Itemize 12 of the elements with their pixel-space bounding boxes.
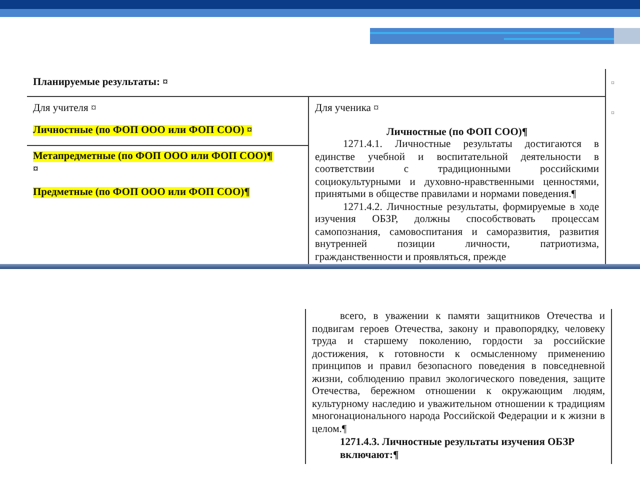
result-category: Личностные (по ФОП ООО или ФОП СОО) ¤ [33,125,252,136]
result-category: Метапредметные (по ФОП ООО или ФОП СОО)¶ [33,151,273,162]
result-category: ¤ [33,164,38,176]
section-heading: 1271.4.3. Личностные результаты изучения ОБЗР включают:¶ [339,436,576,462]
table-heading: Планируемые результаты: ¤ [33,77,168,88]
result-category: Предметные (по ФОП ООО или ФОП СОО)¶ [33,187,250,198]
paragraph: всего, в уважении к памяти защитников Отечества и подвигам героев Отечества, закону и правопорядку, человеку труда и старшему поколению, гордости за российские достижения, к готовности к осмысленному применению принципов и правил безопасного поведения в повседневной жизни, соблюдению правил экологического поведения, защите Отечества, бережном отношении к окружающим людям, культурному наследию и уважительном отношении к традициям многонационального народа Российской Федерации и к жизни в целом.¶ [312,311,605,436]
section-heading: Личностные (по ФОП СОО)¶ [385,126,529,140]
teacher-label: Для учителя ¤ [33,103,98,114]
paragraph: 1271.4.1. Личностные результаты достигаются в единстве учебной и воспитательной деятельности в соответствии с традиционными российскими социокультурными и духовно-нравственными ценностями, принятыми в обществе правилами и нормами поведения.¶ [315,139,599,202]
paragraph: 1271.4.2. Личностные результаты, формируемые в ходе изучения ОБЗР, должны способствовать процессам самопознания, самовоспитания и саморазвития, развития внутренней позиции личности, патриотизма, гражданственности и проявляться, прежде [315,202,599,264]
student-label: Для ученика ¤ [315,103,380,114]
